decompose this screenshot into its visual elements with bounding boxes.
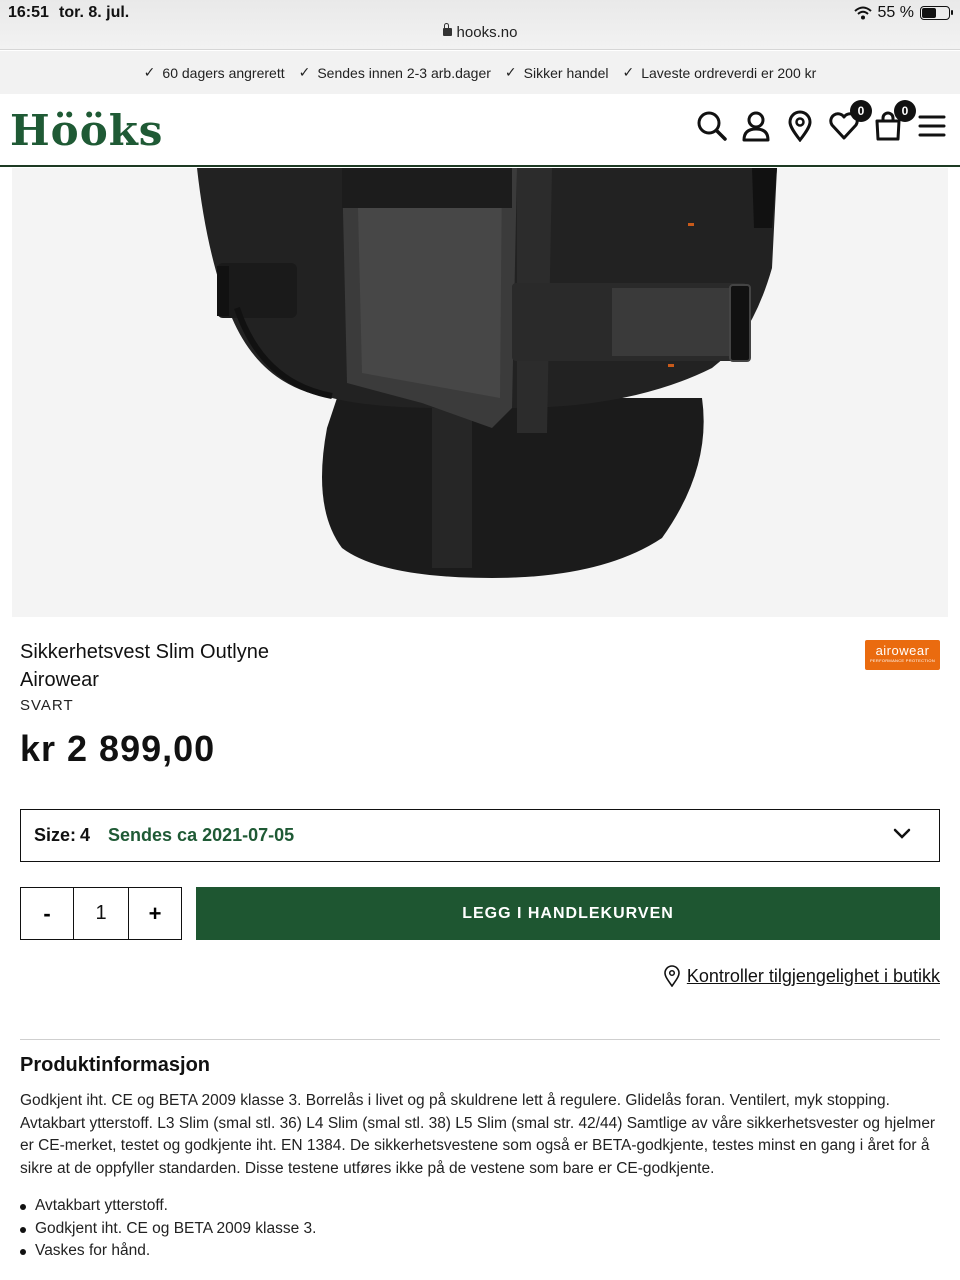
section-divider (20, 1039, 940, 1040)
wifi-icon (853, 6, 872, 20)
shipping-note: Sendes ca 2021-07-05 (108, 825, 295, 845)
usp-text: Laveste ordreverdi er 200 kr (641, 64, 817, 81)
product-info-title: Produktinformasjon (20, 1054, 211, 1076)
list-item: Vaskes for hånd. (20, 1240, 316, 1263)
quantity-decrease-button[interactable]: - (21, 888, 73, 939)
usp-item: ✓ Laveste ordreverdi er 200 kr (622, 64, 816, 81)
browser-status-bar: 16:51 tor. 8. jul. 55 % hooks.no (0, 0, 960, 50)
checkmark-icon: ✓ (143, 64, 156, 80)
brand-logo[interactable]: airowear PERFORMANCE PROTECTION (865, 640, 940, 670)
product-price: kr 2 899,00 (20, 728, 216, 769)
cart-count-badge: 0 (894, 100, 916, 122)
cart-bag-icon[interactable]: 0 (872, 100, 916, 142)
size-value: 4 (80, 825, 91, 845)
search-icon[interactable] (696, 110, 728, 142)
check-store-availability-link[interactable]: Kontroller tilgjengelighet i butikk (663, 965, 940, 987)
product-title: Sikkerhetsvest Slim Outlyne Airowear (20, 638, 320, 694)
product-title-line2: Airowear (20, 669, 99, 691)
usp-bar: ✓ 60 dagers angrerett ✓ Sendes innen 2-3 ar… (0, 51, 960, 94)
usp-text: Sikker handel (523, 64, 609, 81)
wishlist-heart-icon[interactable]: 0 (828, 100, 872, 142)
check-store-availability-text: Kontroller tilgjengelighet i butikk (686, 965, 940, 986)
checkmark-icon: ✓ (298, 64, 311, 80)
list-item: Godkjent iht. CE og BETA 2009 klasse 3. (20, 1218, 316, 1241)
checkmark-icon: ✓ (504, 64, 517, 80)
lock-icon (442, 23, 452, 36)
quantity-increase-button[interactable]: + (129, 888, 181, 939)
usp-item: ✓ 60 dagers angrerett (144, 64, 285, 81)
menu-hamburger-icon[interactable] (916, 110, 948, 142)
status-date: tor. 8. jul. (59, 4, 130, 21)
location-pin-icon (664, 965, 680, 987)
quantity-stepper: - 1 + (20, 887, 182, 940)
header-icons: 0 0 (696, 100, 948, 143)
size-select[interactable]: Size: 4 Sendes ca 2021-07-05 (20, 809, 940, 862)
site-header: Hööks 0 0 (0, 94, 960, 167)
add-to-cart-button[interactable]: LEGG I HANDLEKURVEN (196, 887, 940, 940)
wishlist-count-badge: 0 (850, 100, 872, 122)
url-text: hooks.no (456, 24, 518, 41)
usp-text: Sendes innen 2-3 arb.dager (317, 64, 491, 81)
quantity-value[interactable]: 1 (73, 888, 129, 939)
size-label: Size: (34, 825, 77, 845)
site-logo[interactable]: Hööks (10, 106, 163, 155)
usp-text: 60 dagers angrerett (162, 64, 285, 81)
address-bar[interactable]: hooks.no (0, 23, 960, 41)
status-time: 16:51 (8, 4, 49, 21)
battery-percent: 55 % (877, 4, 914, 21)
brand-logo-text: airowear (875, 643, 930, 658)
usp-item: ✓ Sendes innen 2-3 arb.dager (299, 64, 491, 81)
product-title-line1: Sikkerhetsvest Slim Outlyne (20, 641, 269, 663)
product-color: SVART (20, 697, 74, 714)
product-description: Godkjent iht. CE og BETA 2009 klasse 3. … (20, 1092, 936, 1177)
usp-item: ✓ Sikker handel (505, 64, 609, 81)
battery-icon (920, 6, 953, 20)
chevron-down-icon (893, 828, 911, 839)
vest-illustration (197, 168, 777, 578)
list-item: Avtakbart ytterstoff. (20, 1195, 316, 1218)
status-right: 55 % (853, 4, 953, 22)
store-location-icon[interactable] (784, 110, 816, 143)
checkmark-icon: ✓ (622, 64, 635, 80)
product-features-list: Avtakbart ytterstoff. Godkjent iht. CE og… (20, 1195, 316, 1263)
account-icon[interactable] (740, 110, 772, 142)
battery-level (922, 8, 936, 18)
product-image[interactable] (12, 168, 948, 617)
brand-logo-subtext: PERFORMANCE PROTECTION (869, 658, 936, 663)
